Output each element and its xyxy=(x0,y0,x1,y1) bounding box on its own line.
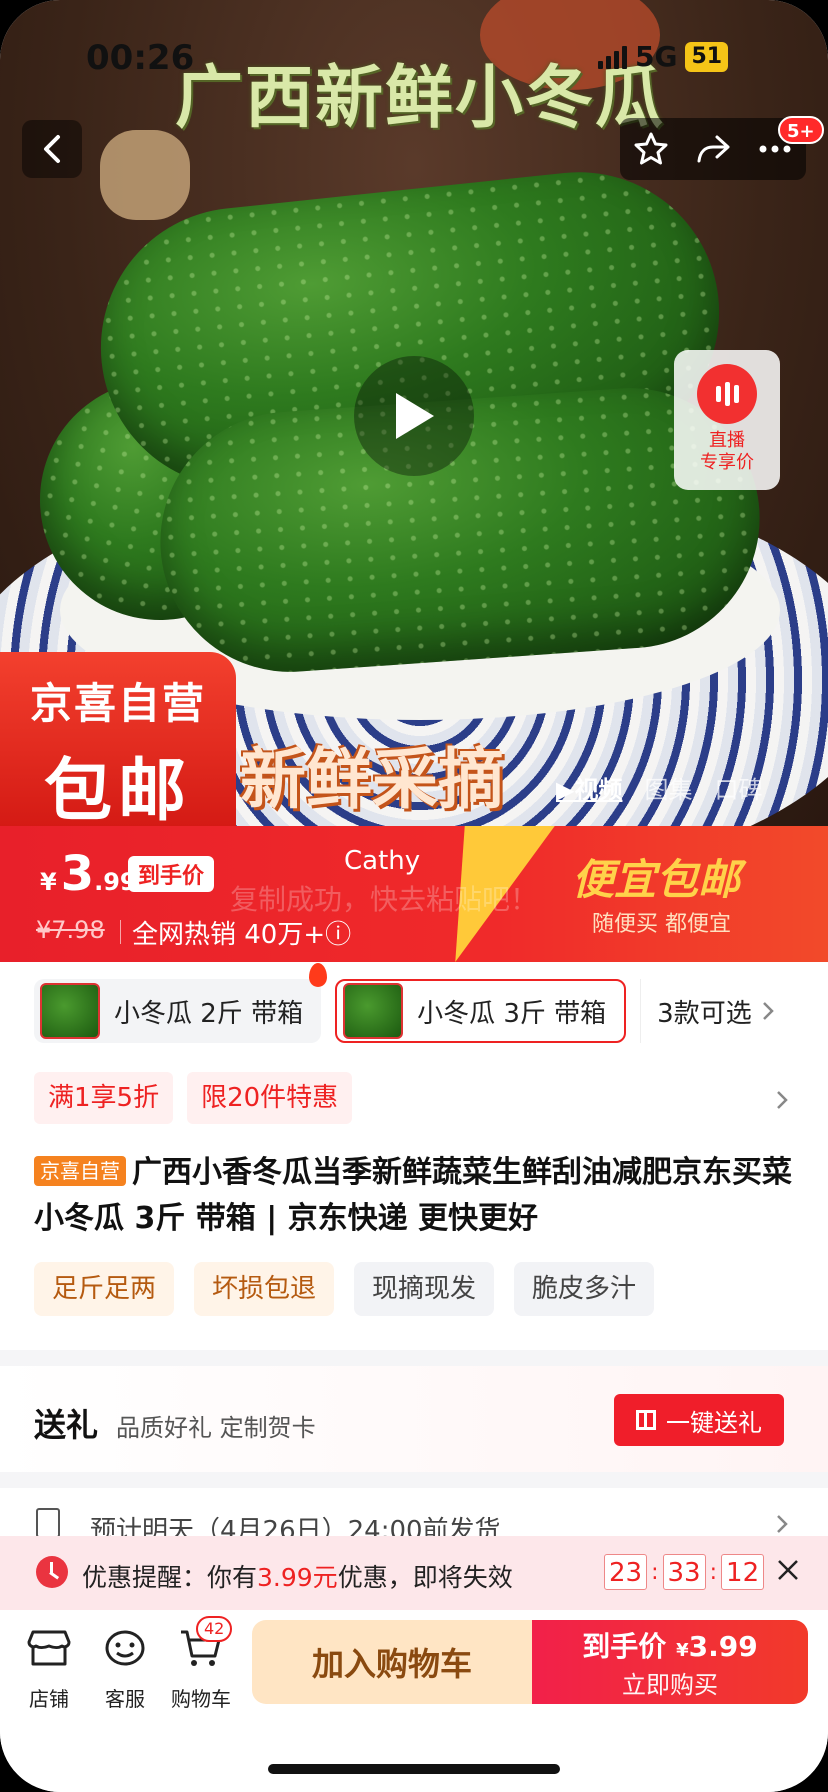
send-gift-button[interactable]: 一键送礼 xyxy=(614,1394,784,1446)
feature-tag: 脆皮多汁 xyxy=(514,1262,655,1316)
reminder-amount: 3.99元 xyxy=(257,1563,338,1592)
countdown-hours: 23 xyxy=(604,1554,648,1590)
cart-button[interactable]: 42 购物车 xyxy=(166,1616,236,1712)
chevron-right-icon xyxy=(762,1002,774,1020)
signal-icon xyxy=(598,45,627,69)
chat-icon xyxy=(105,1630,145,1666)
feature-tag: 足斤足两 xyxy=(34,1262,175,1316)
sales-count[interactable]: 全网热销 40万+ⓘ xyxy=(132,914,351,951)
home-indicator[interactable] xyxy=(268,1764,560,1774)
chevron-left-icon xyxy=(44,135,60,163)
variant-thumbnail xyxy=(343,983,404,1039)
hot-flame-icon xyxy=(309,963,328,987)
variant-option[interactable]: 小冬瓜 2斤 带箱 xyxy=(34,963,328,1043)
variant-thumbnail xyxy=(40,983,100,1039)
variant-option-selected[interactable]: 小冬瓜 3斤 带箱 xyxy=(335,979,627,1043)
play-icon xyxy=(396,393,434,439)
media-tabs: ▶视频 图集 口碑 xyxy=(556,770,762,805)
discount-reminder-bar: 优惠提醒：你有3.99元优惠，即将失效 23 : 33 : 12 xyxy=(0,1536,828,1610)
notification-badge: 5+ xyxy=(778,116,824,144)
product-page: 广西新鲜小冬瓜 直播 专享价 京喜自营 包邮 新鲜采摘 ▶视频 图集 口碑 00… xyxy=(0,0,828,1792)
clock-icon xyxy=(36,1556,68,1588)
document-icon xyxy=(36,1508,60,1538)
live-price-card[interactable]: 直播 专享价 xyxy=(674,350,780,490)
service-label: 客服 xyxy=(105,1687,145,1711)
self-operated-tag: 京喜自营 xyxy=(34,1156,126,1186)
product-title: 京喜自营 广西小香冬瓜当季新鲜蔬菜生鲜刮油减肥京东买菜 小冬瓜 3斤 带箱 | 京… xyxy=(34,1155,792,1236)
gift-title: 送礼 xyxy=(34,1406,99,1444)
original-price: ¥7.98 xyxy=(36,916,105,944)
countdown-timer: 23 : 33 : 12 xyxy=(604,1554,765,1590)
tab-gallery[interactable]: 图集 xyxy=(644,770,692,805)
store-label: 店铺 xyxy=(29,1687,69,1711)
share-icon[interactable] xyxy=(695,131,731,167)
store-button[interactable]: 店铺 xyxy=(14,1628,84,1712)
tab-video[interactable]: ▶视频 xyxy=(556,770,622,805)
promo-tag: 满1享5折 xyxy=(34,1072,174,1124)
play-video-button[interactable] xyxy=(354,356,474,476)
promo-tag: 限20件特惠 xyxy=(187,1072,353,1124)
status-time: 00:26 xyxy=(86,38,195,78)
user-label: Cathy xyxy=(344,846,421,876)
cart-label: 购物车 xyxy=(171,1687,231,1711)
hand-price-tag: 到手价 xyxy=(128,856,215,892)
live-sub-label: 专享价 xyxy=(700,452,754,473)
countdown-minutes: 33 xyxy=(662,1554,706,1590)
buy-now-button[interactable]: 到手价 ¥3.99 立即购买 xyxy=(532,1620,808,1704)
live-label: 直播 xyxy=(709,430,745,451)
chevron-right-icon[interactable] xyxy=(776,1090,788,1110)
feature-tag: 现摘现发 xyxy=(354,1262,495,1316)
copy-toast: 复制成功，快去粘贴吧！ xyxy=(230,883,539,916)
gift-section: 送礼 品质好礼 定制贺卡 一键送礼 xyxy=(0,1366,828,1472)
brand-badge-line1: 京喜自营 xyxy=(29,679,206,728)
more-variants-button[interactable]: 3款可选 xyxy=(640,979,774,1043)
network-type: 5G xyxy=(635,40,678,73)
store-icon xyxy=(27,1630,71,1666)
brand-badge: 京喜自营 包邮 xyxy=(0,652,236,826)
feature-tags: 足斤足两 坏损包退 现摘现发 脆皮多汁 xyxy=(34,1262,655,1316)
more-icon[interactable] xyxy=(757,143,793,155)
brand-badge-line2: 包邮 xyxy=(43,752,192,826)
ginger-decor xyxy=(100,130,190,220)
back-button[interactable] xyxy=(22,120,82,178)
gift-icon xyxy=(636,1410,656,1430)
promo-slogan: 便宜包邮 xyxy=(572,855,741,904)
variant-selector: 小冬瓜 2斤 带箱 小冬瓜 3斤 带箱 3款可选 xyxy=(0,963,828,1058)
current-price: ¥ 3 .99 xyxy=(40,846,137,902)
reminder-text: 优惠提醒：你有3.99元优惠，即将失效 xyxy=(82,1563,513,1592)
chevron-right-icon xyxy=(777,1515,788,1533)
buy-price: 3.99 xyxy=(688,1629,758,1663)
cart-count-badge: 42 xyxy=(196,1616,233,1642)
close-icon[interactable] xyxy=(776,1558,800,1582)
favorite-star-icon[interactable] xyxy=(633,131,669,167)
add-to-cart-button[interactable]: 加入购物车 xyxy=(252,1620,532,1704)
battery-level: 51 xyxy=(685,41,729,72)
promo-slogan-sub: 随便买 都便宜 xyxy=(592,912,731,937)
fresh-pick-text: 新鲜采摘 xyxy=(240,741,504,818)
tab-reviews[interactable]: 口碑 xyxy=(714,770,762,805)
countdown-seconds: 12 xyxy=(721,1554,765,1590)
live-icon xyxy=(697,364,757,424)
status-indicators: 5G 51 xyxy=(598,40,729,73)
feature-tag: 坏损包退 xyxy=(194,1262,335,1316)
promotion-tags[interactable]: 满1享5折 限20件特惠 xyxy=(34,1072,353,1124)
gift-subtitle: 品质好礼 定制贺卡 xyxy=(116,1414,316,1442)
customer-service-button[interactable]: 客服 xyxy=(90,1628,160,1712)
